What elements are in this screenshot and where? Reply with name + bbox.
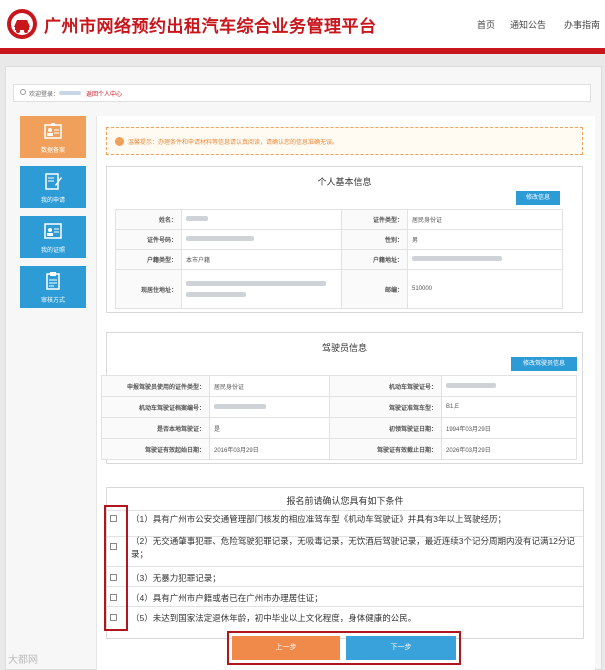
field-label: 证件类型： bbox=[341, 209, 408, 230]
user-icon bbox=[20, 89, 26, 95]
license-valid-to-value: 2026年03月29日 bbox=[441, 438, 577, 460]
checkbox-highlight-frame bbox=[104, 505, 128, 631]
postcode-value: 510000 bbox=[407, 269, 563, 309]
nav-notice-link[interactable]: 通知公告 bbox=[510, 18, 546, 31]
gender-value: 男 bbox=[407, 229, 563, 250]
notice-box: 温馨提示：办理条件和申请材料等信息请认真阅读，请确认您的信息准确无误。 bbox=[106, 127, 583, 155]
sidebar-item-my-license[interactable]: 我的证照 bbox=[20, 216, 86, 258]
condition-1-text: （1）具有广州市公安交通管理部门核发的相应准驾车型《机动车驾驶证》并具有3年以上… bbox=[131, 514, 506, 524]
field-label: 姓名： bbox=[115, 209, 182, 230]
field-label: 性别： bbox=[341, 229, 408, 250]
field-label: 申报驾驶员使用的证件类型： bbox=[101, 375, 210, 397]
vehicle-class-value: B1,E bbox=[441, 396, 577, 418]
condition-3-text: （3）无暴力犯罪记录； bbox=[131, 573, 221, 583]
license-valid-from-value: 2016年03月29日 bbox=[209, 438, 330, 460]
section-title: 个人基本信息 bbox=[317, 177, 372, 187]
sidebar-item-label: 我的证照 bbox=[40, 248, 65, 254]
nav-home-link[interactable]: 首页 bbox=[477, 18, 495, 31]
household-type-value: 本市户籍 bbox=[181, 249, 342, 270]
edit-doc-icon bbox=[45, 173, 62, 190]
license-number-value bbox=[441, 375, 577, 397]
field-label: 户籍地址： bbox=[341, 249, 408, 270]
section-title: 驾驶员信息 bbox=[321, 343, 367, 353]
sidebar-item-label: 数据备案 bbox=[40, 148, 65, 154]
prev-step-button[interactable]: 上一步 bbox=[232, 636, 340, 660]
username-blurred bbox=[59, 91, 81, 95]
header-divider bbox=[0, 48, 605, 54]
id-card-icon bbox=[44, 123, 62, 139]
field-label: 现居住地址： bbox=[115, 269, 182, 309]
next-step-button[interactable]: 下一步 bbox=[346, 636, 456, 660]
field-label: 户籍类型： bbox=[115, 249, 182, 270]
current-address-value bbox=[181, 269, 342, 309]
site-title: 广州市网络预约出租汽车综合业务管理平台 bbox=[44, 17, 377, 36]
notice-text: 温馨提示：办理条件和申请材料等信息请认真阅读，请确认您的信息准确无误。 bbox=[128, 140, 339, 146]
field-label: 驾驶证准驾车型： bbox=[329, 396, 442, 418]
field-label: 机动车驾驶证档案编号： bbox=[101, 396, 210, 418]
field-label: 机动车驾驶证号： bbox=[329, 375, 442, 397]
sidebar-item-label: 我的申请 bbox=[40, 198, 65, 204]
warning-icon bbox=[115, 137, 124, 146]
sidebar-item-data-filing[interactable]: 数据备案 bbox=[20, 116, 86, 158]
field-label: 驾驶证有效截止日期： bbox=[329, 438, 442, 460]
personal-info-section: 个人基本信息 修改信息 姓名： 证件类型： 居民身份证 证件号码： 性别： 男 … bbox=[106, 166, 583, 313]
logo-icon bbox=[7, 9, 37, 39]
field-label: 邮编： bbox=[341, 269, 408, 309]
welcome-label: 欢迎登录： bbox=[29, 92, 60, 98]
sidebar-item-my-application[interactable]: 我的申请 bbox=[20, 166, 86, 208]
back-to-center-link[interactable]: 返回个人中心 bbox=[86, 89, 122, 98]
personal-info-table: 姓名： 证件类型： 居民身份证 证件号码： 性别： 男 户籍类型： 本市户籍 户… bbox=[115, 209, 563, 309]
field-label: 证件号码： bbox=[115, 229, 182, 250]
header-bar: 广州市网络预约出租汽车综合业务管理平台 首页 通知公告 办事指南 bbox=[0, 0, 605, 48]
sidebar-item-label: 审核方式 bbox=[40, 298, 65, 304]
condition-4-text: （4）具有广州市户籍或者已在广州市办理居住证； bbox=[131, 593, 323, 603]
modify-driver-info-button[interactable]: 修改驾驶员信息 bbox=[511, 357, 577, 371]
license-icon bbox=[44, 223, 62, 239]
field-label: 是否本地驾驶证： bbox=[101, 417, 210, 439]
welcome-bar: 欢迎登录： 返回个人中心 bbox=[13, 84, 591, 102]
driver-id-type-value: 居民身份证 bbox=[209, 375, 330, 397]
nav-guide-link[interactable]: 办事指南 bbox=[564, 18, 600, 31]
id-number-value bbox=[181, 229, 342, 250]
name-value bbox=[181, 209, 342, 230]
watermark: 大都网 bbox=[8, 655, 38, 666]
local-license-value: 是 bbox=[209, 417, 330, 439]
conditions-title: 报名前请确认您具有如下条件 bbox=[286, 496, 404, 506]
field-label: 驾驶证有效起始日期： bbox=[101, 438, 210, 460]
condition-2-text: （2）无交通肇事犯罪、危险驾驶犯罪记录，无吸毒记录，无饮酒后驾驶记录，最近连续3… bbox=[131, 536, 575, 559]
first-license-date-value: 1994年03月29日 bbox=[441, 417, 577, 439]
driver-info-table: 申报驾驶员使用的证件类型： 居民身份证 机动车驾驶证号： 机动车驾驶证档案编号：… bbox=[101, 375, 577, 460]
driver-info-section: 驾驶员信息 修改驾驶员信息 申报驾驶员使用的证件类型： 居民身份证 机动车驾驶证… bbox=[101, 332, 583, 464]
modify-info-button[interactable]: 修改信息 bbox=[516, 191, 560, 205]
household-address-value bbox=[407, 249, 563, 270]
field-label: 初领驾驶证日期： bbox=[329, 417, 442, 439]
clipboard-icon bbox=[46, 272, 60, 290]
condition-5-text: （5）未达到国家法定退休年龄，初中毕业以上文化程度，身体健康的公民。 bbox=[131, 613, 417, 623]
sidebar-item-review-method[interactable]: 审核方式 bbox=[20, 266, 86, 308]
id-type-value: 居民身份证 bbox=[407, 209, 563, 230]
license-file-number-value bbox=[209, 396, 330, 418]
